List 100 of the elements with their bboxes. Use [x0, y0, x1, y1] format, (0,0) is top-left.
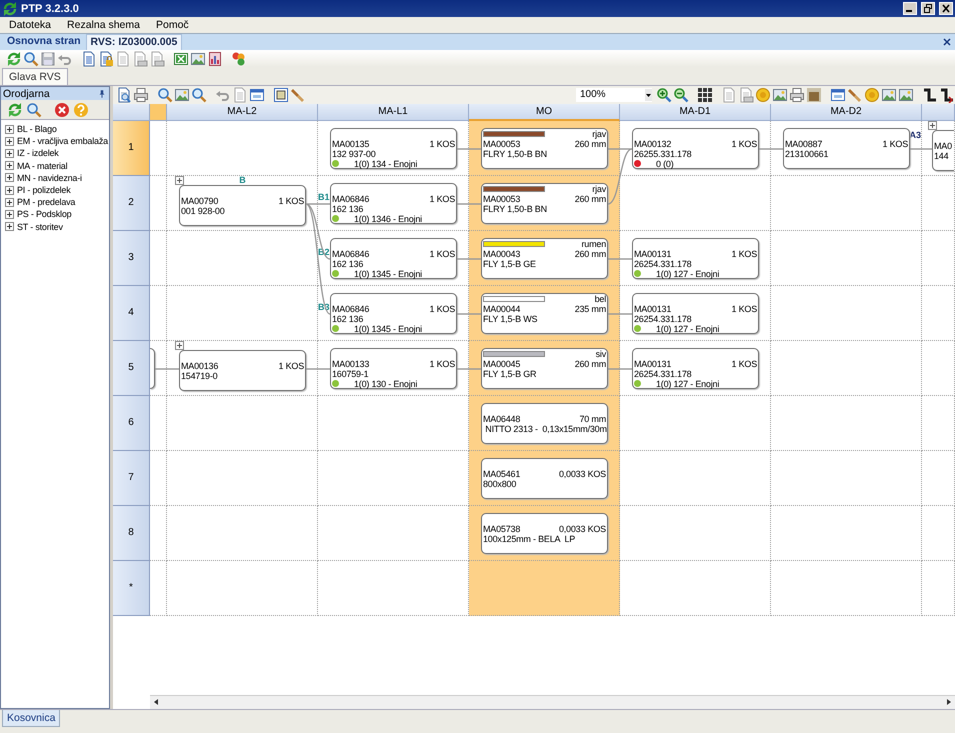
column-header[interactable]: MA-D1 — [620, 104, 771, 121]
grid-cell — [922, 286, 955, 341]
horizontal-scrollbar[interactable] — [150, 695, 955, 709]
box-icon[interactable] — [806, 86, 822, 103]
document-printer-icon[interactable] — [149, 50, 165, 66]
expand-icon[interactable] — [5, 210, 14, 219]
row-header[interactable]: 1 — [113, 120, 150, 176]
expand-icon[interactable] — [5, 161, 14, 170]
document-lock-icon[interactable] — [98, 50, 114, 66]
chart-document-icon[interactable] — [207, 50, 223, 66]
search-icon[interactable] — [23, 50, 39, 66]
step-line-icon[interactable] — [939, 86, 955, 103]
part-code: MA00133 — [332, 358, 370, 369]
branch-label: A3 — [909, 130, 921, 140]
menu-item[interactable]: Datoteka — [8, 19, 52, 31]
spreadsheet-icon[interactable] — [173, 50, 189, 66]
image-icon[interactable] — [190, 50, 206, 66]
zoom-in-icon[interactable] — [656, 86, 672, 103]
expand-icon[interactable] — [175, 340, 184, 350]
expand-icon[interactable] — [928, 120, 937, 130]
grid-icon[interactable] — [697, 86, 713, 103]
quantity: 260 mm — [574, 248, 606, 259]
zoom-out-icon[interactable] — [673, 86, 689, 103]
tree-item[interactable]: IZ - izdelek — [1, 147, 109, 160]
row-header[interactable]: 3 — [113, 230, 150, 286]
zoom-combo[interactable]: 100% — [576, 88, 652, 102]
row-header[interactable]: 6 — [113, 396, 150, 451]
description: 26254.331.178 — [634, 258, 692, 269]
menu-item[interactable]: Pomoč — [155, 19, 190, 31]
document-printer-icon[interactable] — [132, 50, 148, 66]
search-icon[interactable] — [157, 86, 173, 103]
document-tab[interactable]: Osnovna stran — [2, 33, 86, 50]
expand-icon[interactable] — [5, 124, 14, 134]
document-printer-icon[interactable] — [738, 86, 754, 103]
image-icon[interactable] — [881, 86, 897, 103]
expand-icon[interactable] — [5, 198, 14, 207]
image-icon[interactable] — [174, 86, 190, 103]
search-icon[interactable] — [26, 102, 42, 118]
column-header[interactable]: MA-L2 — [167, 104, 318, 121]
close-button[interactable] — [939, 2, 953, 15]
expand-icon[interactable] — [5, 136, 14, 146]
caret-icon[interactable] — [645, 88, 652, 101]
row-header[interactable]: 8 — [113, 506, 150, 561]
search-icon[interactable] — [191, 86, 207, 103]
section-tab[interactable]: Glava RVS — [2, 68, 68, 85]
status-text: 1(0) 1345 - Enojni — [354, 324, 422, 334]
expand-icon[interactable] — [5, 148, 14, 158]
bottom-tab[interactable]: Kosovnica — [2, 710, 60, 727]
tree-item[interactable]: BL - Blago — [1, 123, 109, 136]
app-icon[interactable] — [2, 0, 18, 16]
menu-item[interactable]: Rezalna shema — [66, 19, 141, 31]
row-header[interactable]: 4 — [113, 286, 150, 341]
refresh-icon[interactable] — [6, 50, 22, 66]
part-code: MA00131 — [634, 248, 672, 259]
tree-item[interactable]: EM - vračljiva embalaža — [1, 135, 109, 148]
document-icon[interactable] — [81, 50, 97, 66]
card-edge — [150, 348, 155, 389]
coin-icon[interactable] — [755, 86, 771, 103]
tree-item[interactable]: PS - Podsklop — [1, 208, 109, 220]
expand-icon[interactable] — [5, 173, 14, 182]
brush-icon[interactable] — [847, 86, 863, 103]
grid-cell — [150, 560, 167, 616]
refresh-icon[interactable] — [7, 102, 23, 118]
cancel-icon[interactable] — [54, 102, 70, 118]
brush-icon[interactable] — [290, 86, 306, 103]
window-icon[interactable] — [249, 86, 265, 103]
frame-icon[interactable] — [273, 86, 289, 103]
row-header[interactable]: 2 — [113, 176, 150, 231]
part-code: MA06846 — [332, 194, 370, 204]
column-header[interactable]: MA-L1 — [318, 104, 469, 121]
shapes-icon[interactable] — [231, 50, 247, 66]
image-icon[interactable] — [898, 86, 914, 103]
description: FLRY 1,50-B BN — [483, 148, 548, 159]
printer-icon[interactable] — [133, 86, 149, 103]
expand-icon[interactable] — [175, 176, 184, 185]
restore-button[interactable] — [921, 2, 935, 15]
tree-item[interactable]: PI - polizdelek — [1, 184, 109, 196]
printer-icon[interactable] — [789, 86, 805, 103]
step-line-icon[interactable] — [922, 86, 938, 103]
page-magnifier-icon[interactable] — [116, 86, 132, 103]
window-icon[interactable] — [830, 86, 846, 103]
row-header[interactable]: 7 — [113, 450, 150, 506]
document-tab[interactable]: RVS: IZ03000.005 — [86, 34, 182, 50]
minimize-button[interactable] — [903, 2, 917, 15]
quantity: 1 KOS — [429, 358, 455, 369]
column-header[interactable]: MA-D2 — [771, 104, 922, 121]
row-header[interactable]: 5 — [113, 340, 150, 396]
row-header[interactable]: * — [113, 560, 150, 616]
coin-icon[interactable] — [864, 86, 880, 103]
part-code: MA06846 — [332, 248, 370, 259]
quantity: 260 mm — [574, 358, 606, 369]
tree-item[interactable]: MN - navidezna-i — [1, 172, 109, 184]
pin-icon[interactable] — [97, 88, 107, 98]
tree-item[interactable]: ST - storitev — [1, 220, 109, 233]
expand-icon[interactable] — [5, 222, 14, 232]
expand-icon[interactable] — [5, 186, 14, 195]
tree-item[interactable]: PM - predelava — [1, 196, 109, 208]
tree-item[interactable]: MA - material — [1, 160, 109, 172]
image-icon[interactable] — [772, 86, 788, 103]
part-code: MA00887 — [785, 138, 824, 149]
